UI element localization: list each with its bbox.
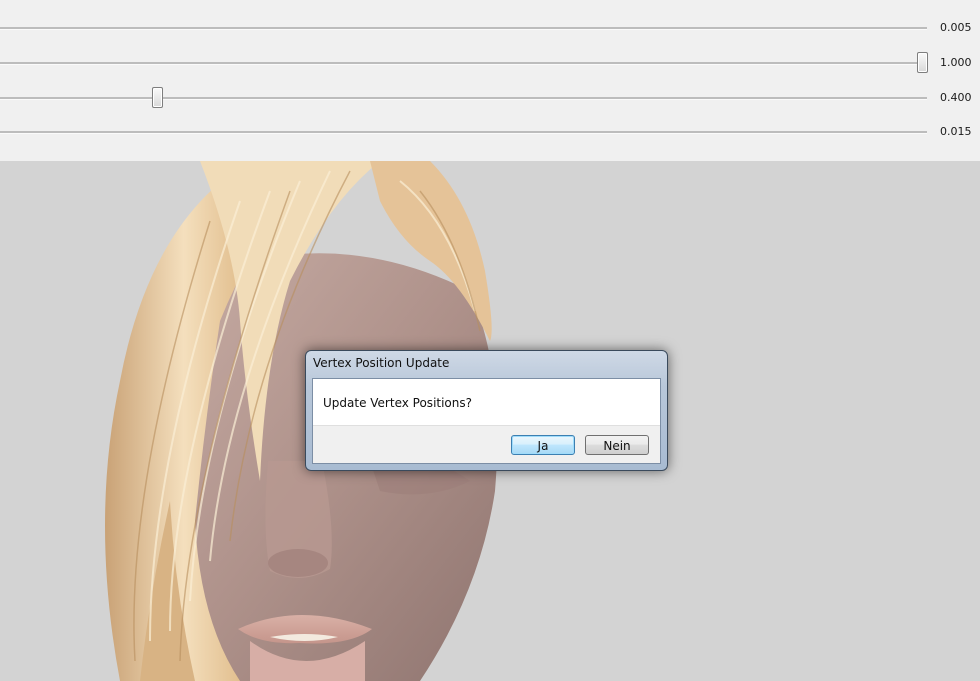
no-button[interactable]: Nein [585, 435, 649, 455]
slider-value: 0.005 [940, 21, 972, 34]
slider-row-3: 0.400 [0, 84, 980, 114]
dialog-body: Update Vertex Positions? Ja Nein [312, 378, 661, 464]
slider-track[interactable] [0, 97, 927, 100]
dialog-title: Vertex Position Update [313, 356, 450, 370]
slider-value: 1.000 [940, 56, 972, 69]
slider-track[interactable] [0, 27, 927, 30]
slider-value: 0.015 [940, 125, 972, 138]
slider-track[interactable] [0, 62, 927, 65]
slider-panel: 0.005 1.000 0.400 0.015 [0, 0, 980, 161]
yes-button[interactable]: Ja [511, 435, 575, 455]
slider-track[interactable] [0, 131, 927, 134]
slider-thumb[interactable] [917, 52, 928, 73]
slider-row-2: 1.000 [0, 49, 980, 79]
dialog-message: Update Vertex Positions? [323, 396, 473, 410]
dialog-message-area: Update Vertex Positions? [313, 379, 660, 426]
slider-row-4: 0.015 [0, 118, 980, 148]
slider-row-1: 0.005 [0, 14, 980, 44]
slider-value: 0.400 [940, 91, 972, 104]
vertex-update-dialog: Vertex Position Update Update Vertex Pos… [305, 350, 668, 471]
slider-thumb[interactable] [151, 87, 163, 108]
